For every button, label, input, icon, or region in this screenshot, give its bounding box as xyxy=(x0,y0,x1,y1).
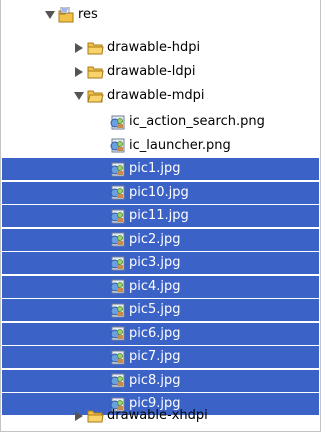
image-file-icon xyxy=(109,255,126,271)
file-label: pic4.jpg xyxy=(129,278,181,294)
file-row[interactable]: pic11.jpg xyxy=(2,205,319,227)
file-label: pic5.jpg xyxy=(129,302,181,317)
file-row[interactable]: pic2.jpg xyxy=(2,228,319,251)
tree-item-drawable-ldpi[interactable]: drawable-ldpi xyxy=(2,61,319,83)
file-row[interactable]: pic1.jpg xyxy=(2,158,319,180)
folder-open-icon xyxy=(87,88,104,104)
image-file-icon xyxy=(109,185,126,201)
file-row[interactable]: pic7.jpg xyxy=(2,346,319,368)
image-file-icon xyxy=(109,138,126,154)
file-row[interactable]: pic8.jpg xyxy=(2,369,319,392)
file-label: pic8.jpg xyxy=(129,372,181,388)
file-label: pic2.jpg xyxy=(129,231,181,247)
tree-item-label: res xyxy=(78,7,98,22)
image-file-icon xyxy=(109,279,126,295)
tree-item-drawable-hdpi[interactable]: drawable-hdpi xyxy=(2,37,319,59)
folder-icon xyxy=(87,64,104,80)
file-label: pic10.jpg xyxy=(129,184,189,200)
chevron-right-icon[interactable] xyxy=(73,42,85,54)
file-row[interactable]: pic10.jpg xyxy=(2,181,319,204)
chevron-down-icon[interactable] xyxy=(73,90,85,102)
file-label: pic11.jpg xyxy=(129,208,189,223)
chevron-right-icon[interactable] xyxy=(73,410,85,422)
image-file-icon xyxy=(109,373,126,389)
file-label: ic_launcher.png xyxy=(129,137,231,153)
resource-folder-icon xyxy=(58,6,75,23)
image-file-icon xyxy=(109,326,126,342)
image-file-icon xyxy=(109,302,126,318)
image-file-icon xyxy=(109,161,126,177)
file-row[interactable]: ic_launcher.png xyxy=(2,135,319,157)
image-file-icon xyxy=(109,232,126,248)
file-label: pic3.jpg xyxy=(129,255,181,270)
tree-item-drawable-xhdpi[interactable]: drawable-xhdpi xyxy=(2,405,319,427)
folder-icon xyxy=(87,408,104,424)
file-row[interactable]: pic3.jpg xyxy=(2,252,319,274)
project-tree: res drawable-hdpi drawable-ldpi drawable… xyxy=(0,0,321,432)
chevron-right-icon[interactable] xyxy=(73,66,85,78)
folder-icon xyxy=(87,40,104,56)
file-row[interactable]: pic6.jpg xyxy=(2,322,319,345)
tree-item-drawable-mdpi[interactable]: drawable-mdpi xyxy=(2,85,319,107)
tree-item-label: drawable-hdpi xyxy=(107,40,201,55)
file-label: pic1.jpg xyxy=(129,161,181,176)
file-row[interactable]: pic4.jpg xyxy=(2,275,319,298)
tree-item-res[interactable]: res xyxy=(2,4,319,26)
image-file-icon xyxy=(109,208,126,224)
file-row[interactable]: pic5.jpg xyxy=(2,299,319,321)
tree-item-label: drawable-ldpi xyxy=(107,64,196,79)
chevron-down-icon[interactable] xyxy=(44,9,56,21)
file-label: pic6.jpg xyxy=(129,325,181,341)
image-file-icon xyxy=(109,349,126,365)
file-label: ic_action_search.png xyxy=(129,114,265,129)
file-label: pic7.jpg xyxy=(129,349,181,364)
tree-item-label: drawable-mdpi xyxy=(107,88,205,103)
tree-item-label: drawable-xhdpi xyxy=(107,408,208,423)
file-row[interactable]: ic_action_search.png xyxy=(2,111,319,133)
image-file-icon xyxy=(109,114,126,130)
